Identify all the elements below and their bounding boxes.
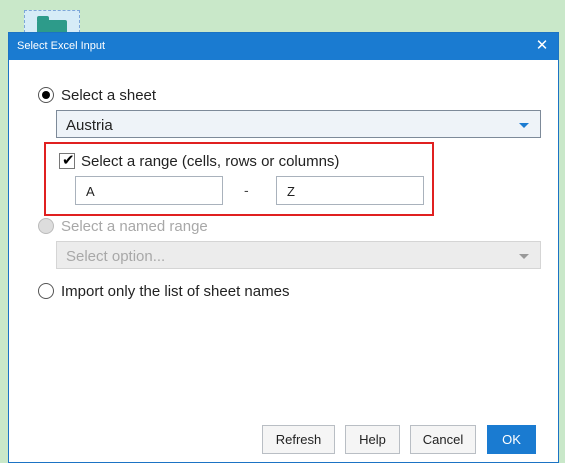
select-excel-input-dialog: Select Excel Input ✕ Select a sheet Aust…: [8, 32, 559, 463]
range-to-input[interactable]: Z: [276, 176, 424, 205]
check-icon: ✔: [62, 152, 75, 169]
range-from-value: A: [86, 184, 95, 199]
select-range-label[interactable]: Select a range (cells, rows or columns): [81, 153, 339, 170]
named-range-placeholder: Select option...: [66, 248, 166, 265]
sheet-dropdown-value: Austria: [66, 117, 113, 134]
range-separator: -: [244, 182, 249, 198]
named-range-label[interactable]: Select a named range: [61, 218, 208, 235]
named-range-radio[interactable]: [38, 218, 54, 234]
sheet-dropdown[interactable]: Austria: [56, 110, 541, 138]
ok-button[interactable]: OK: [487, 425, 536, 454]
refresh-button[interactable]: Refresh: [262, 425, 335, 454]
range-from-input[interactable]: A: [75, 176, 223, 205]
dialog-titlebar: Select Excel Input ✕: [9, 33, 558, 60]
close-icon[interactable]: ✕: [533, 36, 551, 56]
cancel-button[interactable]: Cancel: [410, 425, 476, 454]
select-range-checkbox[interactable]: ✔: [59, 152, 75, 169]
chevron-down-icon: [519, 254, 529, 259]
sheet-names-radio[interactable]: [38, 283, 54, 299]
sheet-names-label[interactable]: Import only the list of sheet names: [61, 283, 289, 300]
named-range-dropdown[interactable]: Select option...: [56, 241, 541, 269]
dialog-title: Select Excel Input: [17, 40, 106, 52]
range-to-value: Z: [287, 184, 295, 199]
chevron-down-icon: [519, 123, 529, 128]
select-sheet-radio[interactable]: [38, 87, 54, 103]
select-sheet-label[interactable]: Select a sheet: [61, 87, 156, 104]
help-button[interactable]: Help: [345, 425, 400, 454]
